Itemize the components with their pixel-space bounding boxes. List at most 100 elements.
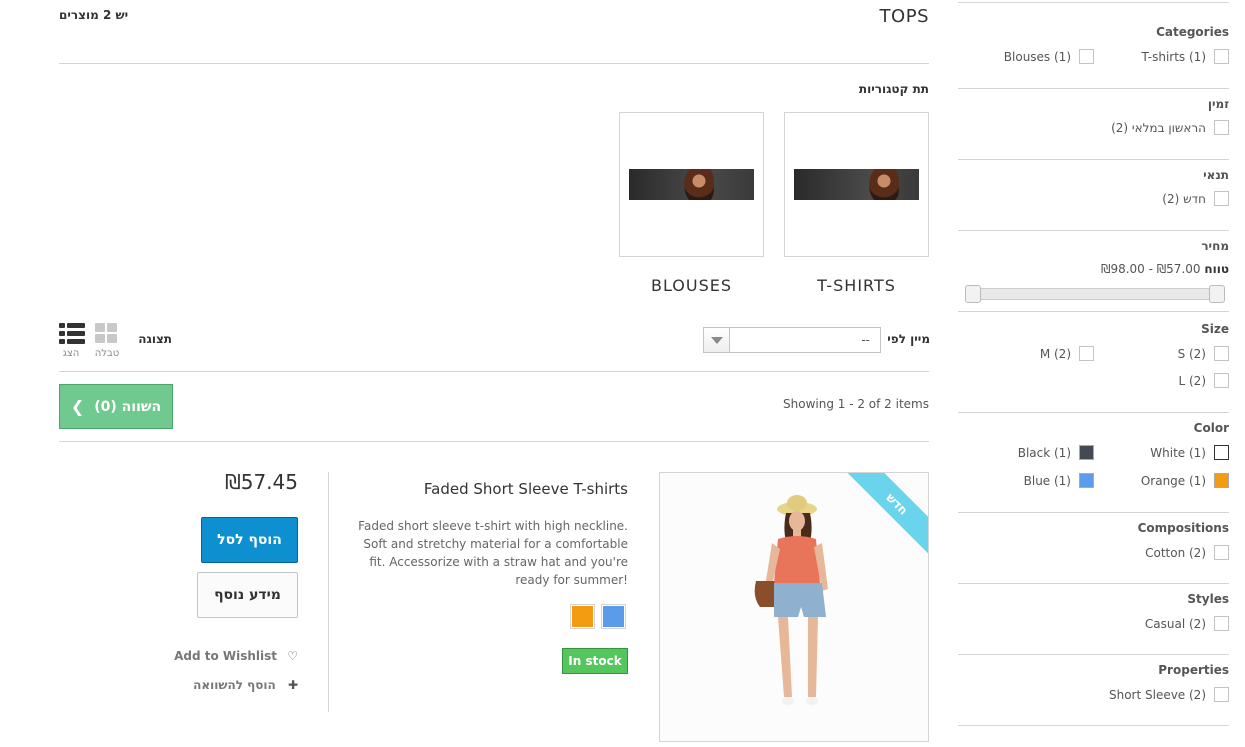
list-view-caption: הצג	[62, 348, 80, 359]
option-label: Casual (2)	[1144, 616, 1206, 631]
divider	[328, 472, 329, 712]
filter-title: Categories	[1156, 25, 1229, 39]
option-label: T-shirts (1)	[1141, 49, 1206, 64]
option-label: S (2)	[1177, 346, 1206, 361]
chevron-right-icon: ❯	[70, 397, 85, 416]
filter-styles: Styles Casual (2)	[958, 584, 1229, 655]
option-label: Short Sleeve (2)	[1108, 687, 1206, 702]
option-label: L (2)	[1178, 373, 1207, 388]
list-view-icon[interactable]	[59, 323, 85, 345]
filter-option[interactable]: Black (1)	[1018, 445, 1094, 460]
option-label: Black (1)	[1017, 445, 1071, 460]
add-to-cart-button[interactable]: הוסף לסל	[201, 517, 298, 563]
filter-size: Size S (2) M (2) L (2)	[958, 312, 1229, 413]
checkbox[interactable]	[1214, 373, 1229, 388]
checkbox[interactable]	[1214, 346, 1229, 361]
filter-option[interactable]: T-shirts (1)	[1142, 49, 1229, 64]
subcategory-banner-image	[629, 169, 754, 200]
view-label: תצוגה	[138, 332, 172, 346]
filter-availability: זמין הראשון במלאי (2)	[958, 89, 1229, 160]
checkbox[interactable]	[1214, 49, 1229, 64]
filter-title: Properties	[1158, 663, 1229, 677]
checkbox[interactable]	[1214, 191, 1229, 206]
sort-select-value: --	[861, 333, 870, 347]
color-blue-swatch[interactable]	[1079, 473, 1094, 488]
layered-navigation: Categories T-shirts (1) Blouses (1) זמין…	[958, 0, 1229, 747]
pagination-summary: Showing 1 - 2 of 2 items	[783, 397, 929, 411]
color-white-swatch[interactable]	[1214, 445, 1229, 460]
filter-title: Compositions	[1137, 521, 1229, 535]
filter-option[interactable]: הראשון במלאי (2)	[1111, 120, 1229, 135]
option-label: Orange (1)	[1140, 473, 1206, 488]
chevron-down-icon[interactable]	[704, 328, 730, 352]
filter-option[interactable]: Blue (1)	[1024, 473, 1094, 488]
filter-option[interactable]: Orange (1)	[1141, 473, 1229, 488]
checkbox[interactable]	[1214, 545, 1229, 560]
product-image[interactable]: חדש	[659, 472, 929, 742]
price-slider[interactable]	[965, 285, 1225, 303]
filter-option[interactable]: L (2)	[1178, 373, 1229, 388]
product-listing: TOPS יש 2 מוצרים תת קטגוריות T-SHIRTS BL…	[0, 0, 945, 747]
price-slider-max-handle[interactable]	[1209, 285, 1225, 303]
price-slider-min-handle[interactable]	[965, 285, 981, 303]
subcategory-tshirts-image[interactable]	[784, 112, 929, 257]
divider	[59, 63, 929, 64]
filter-title: Color	[1193, 421, 1229, 435]
grid-view-icon[interactable]	[95, 323, 119, 345]
price-range-text: טווח ₪57.00 - ₪98.00	[1101, 262, 1229, 276]
filter-compositions: Compositions Cotton (2)	[958, 513, 1229, 584]
option-label: Cotton (2)	[1145, 545, 1206, 560]
checkbox[interactable]	[1079, 346, 1094, 361]
subcategory-blouses-image[interactable]	[619, 112, 764, 257]
product-price: ₪57.45	[225, 470, 298, 494]
filter-title: Size	[1201, 322, 1229, 336]
color-black-swatch[interactable]	[1079, 445, 1094, 460]
option-label: Blouses (1)	[1003, 49, 1071, 64]
option-label: חדש (2)	[1162, 191, 1206, 206]
product-description: Faded short sleeve t-shirt with high nec…	[358, 519, 628, 587]
color-swatch-orange[interactable]	[570, 604, 595, 629]
filter-title: Styles	[1187, 592, 1229, 606]
color-swatch-blue[interactable]	[601, 604, 626, 629]
page-title: TOPS	[879, 6, 929, 27]
checkbox[interactable]	[1214, 616, 1229, 631]
wishlist-label: Add to Wishlist	[174, 649, 278, 663]
add-to-compare-link[interactable]: ✚ הוסף להשוואה	[150, 678, 298, 692]
filter-color: Color White (1) Black (1) Orange (1) Blu…	[958, 413, 1229, 513]
checkbox[interactable]	[1079, 49, 1094, 64]
option-label: M (2)	[1039, 346, 1071, 361]
heart-icon: ♡	[287, 649, 298, 663]
filter-option[interactable]: Blouses (1)	[1004, 49, 1094, 64]
filter-title: מחיר	[1201, 239, 1229, 253]
compare-button[interactable]: השווה (0) ❯	[59, 384, 173, 429]
option-label: הראשון במלאי (2)	[1111, 120, 1206, 135]
divider	[59, 371, 929, 372]
swatch-fill	[603, 606, 624, 627]
product-name-link[interactable]: Faded Short Sleeve T-shirts	[380, 480, 628, 498]
filter-option[interactable]: Cotton (2)	[1145, 545, 1229, 560]
filter-categories: Categories T-shirts (1) Blouses (1)	[958, 0, 1229, 89]
filter-option[interactable]: S (2)	[1178, 346, 1229, 361]
color-orange-swatch[interactable]	[1214, 473, 1229, 488]
add-to-wishlist-link[interactable]: Add to Wishlist ♡	[150, 649, 298, 663]
filter-title: זמין	[1207, 97, 1229, 111]
filter-option[interactable]: חדש (2)	[1162, 191, 1229, 206]
filter-condition: תנאי חדש (2)	[958, 160, 1229, 231]
filter-option[interactable]: M (2)	[1040, 346, 1094, 361]
divider	[59, 441, 929, 442]
subcategory-banner-image	[794, 169, 919, 200]
subcategory-blouses-link[interactable]: BLOUSES	[619, 276, 764, 295]
product-count: יש 2 מוצרים	[59, 8, 129, 22]
filter-properties: Properties Short Sleeve (2)	[958, 655, 1229, 726]
filter-option[interactable]: Short Sleeve (2)	[1109, 687, 1229, 702]
more-info-button[interactable]: מידע נוסף	[197, 572, 298, 618]
sort-select[interactable]: --	[703, 327, 881, 353]
add-compare-label: הוסף להשוואה	[193, 678, 276, 692]
plus-icon: ✚	[287, 678, 298, 692]
filter-option[interactable]: White (1)	[1150, 445, 1229, 460]
checkbox[interactable]	[1214, 687, 1229, 702]
checkbox[interactable]	[1214, 120, 1229, 135]
subcategory-tshirts-link[interactable]: T-SHIRTS	[784, 276, 929, 295]
filter-option[interactable]: Casual (2)	[1145, 616, 1229, 631]
option-label: White (1)	[1150, 445, 1206, 460]
